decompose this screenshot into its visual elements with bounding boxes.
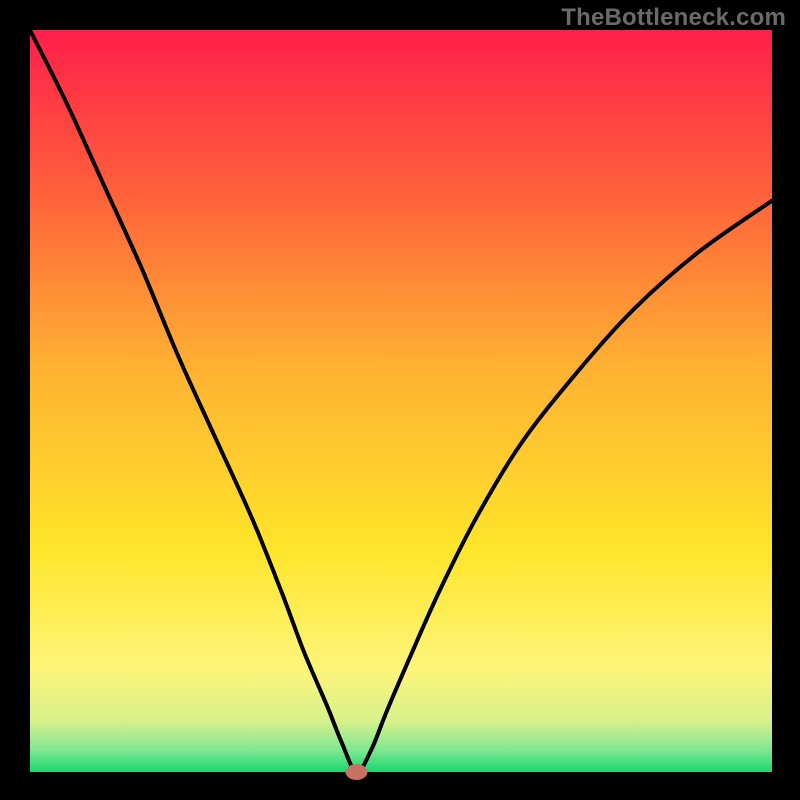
bottleneck-chart — [0, 0, 800, 800]
chart-frame: TheBottleneck.com — [0, 0, 800, 800]
watermark-text: TheBottleneck.com — [561, 4, 786, 32]
optimal-point-marker — [345, 764, 367, 780]
plot-area — [30, 30, 772, 772]
